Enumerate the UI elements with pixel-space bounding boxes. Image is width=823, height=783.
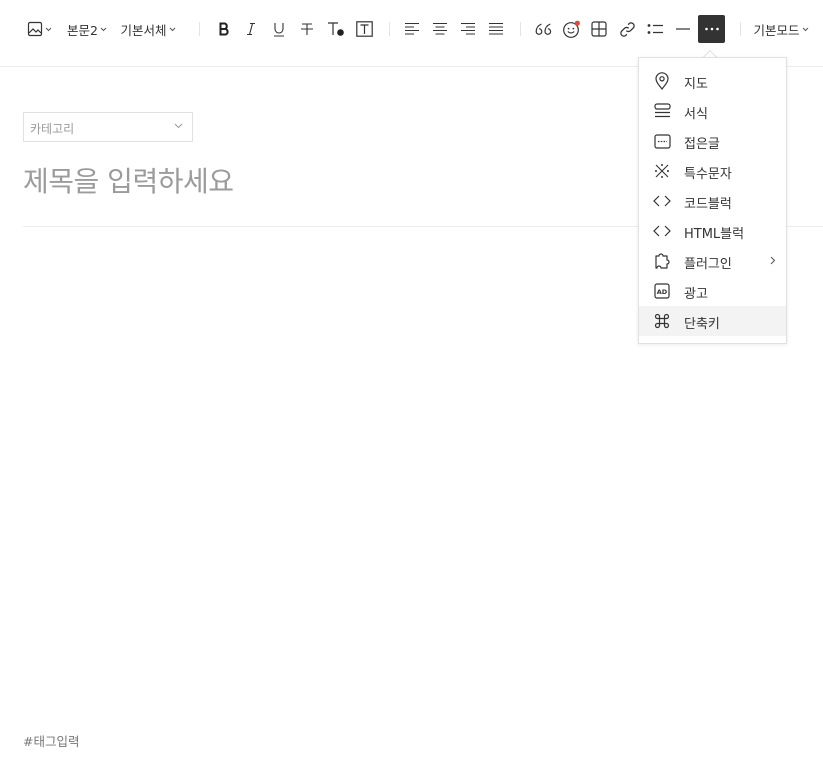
category-select[interactable]: 카테고리 (23, 112, 193, 142)
command-icon (653, 312, 671, 330)
special-char-icon (653, 162, 671, 180)
map-pin-icon (653, 72, 671, 90)
notification-dot (574, 20, 580, 26)
bulleted-list-button[interactable] (643, 15, 667, 43)
menu-item-label: 코드블럭 (684, 197, 732, 212)
bold-button[interactable] (212, 15, 236, 43)
table-icon (591, 21, 607, 37)
image-icon (27, 21, 42, 37)
paragraph-style-label: 본문2 (67, 22, 98, 38)
chevron-down-icon (174, 123, 183, 129)
menu-item-special-char[interactable]: 특수문자 (639, 156, 786, 186)
menu-item-label: 단축키 (684, 317, 720, 332)
align-justify-icon (489, 22, 503, 35)
fold-icon (653, 132, 671, 150)
italic-icon (247, 22, 255, 36)
plugin-icon (653, 252, 671, 270)
align-justify-button[interactable] (484, 15, 508, 43)
text-background-button[interactable] (353, 15, 375, 43)
tag-input[interactable]: #태그입력 (23, 731, 79, 750)
code-icon (653, 192, 671, 210)
text-color-icon (328, 22, 344, 36)
category-placeholder: 카테고리 (30, 122, 75, 136)
align-left-button[interactable] (400, 15, 424, 43)
table-button[interactable] (587, 15, 611, 43)
italic-button[interactable] (240, 15, 262, 43)
paragraph-style-select[interactable]: 본문2 (66, 15, 108, 43)
quote-button[interactable] (531, 15, 555, 43)
emoticon-button[interactable] (559, 15, 583, 43)
code-icon (653, 222, 671, 240)
text-background-icon (355, 21, 373, 37)
editor-mode-select[interactable]: 기본모드 (752, 15, 810, 43)
more-options-button[interactable] (698, 15, 725, 43)
align-right-icon (461, 22, 475, 35)
image-insert-button[interactable] (24, 15, 54, 43)
text-color-button[interactable] (324, 15, 348, 43)
menu-item-template[interactable]: 서식 (639, 96, 786, 126)
title-input[interactable]: 제목을 입력하세요 (23, 160, 234, 200)
smiley-icon (562, 20, 580, 38)
menu-item-label: 특수문자 (684, 167, 732, 182)
list-icon (647, 24, 663, 34)
toolbar-divider (389, 22, 390, 36)
chevron-down-icon (802, 27, 808, 31)
toolbar-divider (740, 22, 741, 36)
chevron-down-icon (45, 27, 51, 31)
strikethrough-icon (301, 23, 313, 35)
font-family-label: 기본서체 (120, 22, 167, 38)
menu-item-label: HTML블럭 (684, 227, 745, 242)
template-icon (653, 102, 671, 120)
align-right-button[interactable] (456, 15, 480, 43)
align-center-icon (433, 22, 447, 35)
chevron-right-icon (770, 256, 776, 265)
menu-item-html-block[interactable]: HTML블럭 (639, 216, 786, 246)
toolbar-divider (199, 22, 200, 36)
menu-item-label: 지도 (684, 77, 708, 92)
underline-button[interactable] (268, 15, 290, 43)
menu-item-code-block[interactable]: 코드블럭 (639, 186, 786, 216)
quote-icon (535, 22, 551, 35)
chevron-down-icon (100, 27, 107, 31)
toolbar-divider (520, 22, 521, 36)
link-button[interactable] (615, 15, 639, 43)
chevron-down-icon (169, 27, 175, 31)
horizontal-rule-button[interactable] (671, 15, 695, 43)
menu-item-label: 서식 (684, 107, 708, 122)
svg-text:AD: AD (657, 288, 668, 296)
menu-item-label: 광고 (684, 287, 708, 302)
more-icon (704, 27, 719, 31)
horizontal-line-icon (676, 28, 690, 30)
menu-item-shortcuts[interactable]: 단축키 (639, 306, 786, 336)
align-center-button[interactable] (428, 15, 452, 43)
bold-icon (219, 22, 229, 36)
strikethrough-button[interactable] (296, 15, 318, 43)
menu-item-plugin[interactable]: 플러그인 (639, 246, 786, 276)
menu-item-label: 플러그인 (684, 257, 732, 272)
font-family-select[interactable]: 기본서체 (120, 15, 176, 43)
ad-icon: AD (653, 282, 671, 300)
menu-item-ad[interactable]: AD 광고 (639, 276, 786, 306)
align-left-icon (405, 22, 419, 35)
underline-icon (274, 22, 284, 37)
more-options-menu: 지도 서식 접은글 특수문자 코드블럭 HTML블럭 플러그인 AD 광고 단축… (638, 57, 787, 344)
menu-item-fold[interactable]: 접은글 (639, 126, 786, 156)
link-icon (619, 21, 635, 37)
menu-item-map[interactable]: 지도 (639, 66, 786, 96)
editor-mode-label: 기본모드 (753, 22, 800, 38)
menu-item-label: 접은글 (684, 137, 720, 152)
